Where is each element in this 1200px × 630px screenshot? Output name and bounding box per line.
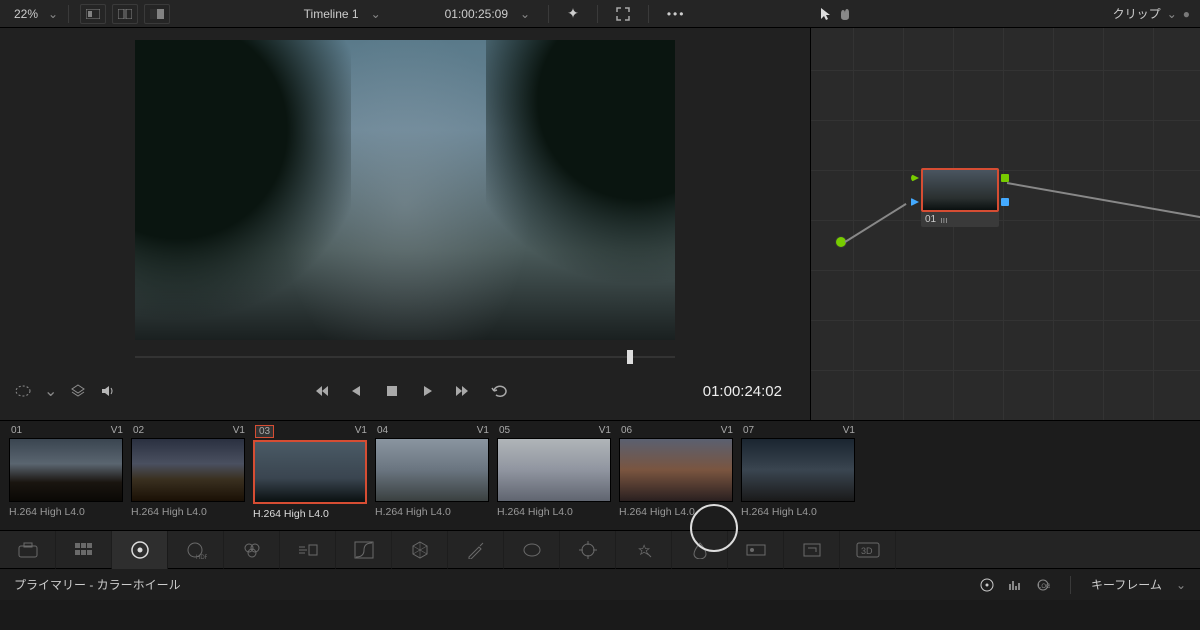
magic-icon[interactable]: ✦	[567, 5, 579, 22]
clip-item[interactable]: 06V1H.264 High L4.0	[619, 421, 735, 530]
svg-text:HDR: HDR	[196, 555, 207, 559]
stop-button[interactable]	[383, 382, 401, 400]
tracking-icon[interactable]	[560, 531, 616, 569]
color-warper-icon[interactable]	[392, 531, 448, 569]
node-thumbnail	[921, 168, 999, 212]
clip-item[interactable]: 04V1H.264 High L4.0	[375, 421, 491, 530]
highlight-mode-icon[interactable]	[144, 4, 170, 24]
color-wheels-icon[interactable]	[112, 531, 168, 569]
key-icon[interactable]	[728, 531, 784, 569]
node-link	[844, 203, 906, 243]
node-input-alpha[interactable]	[911, 198, 919, 206]
chevron-down-icon[interactable]: ⌄	[48, 7, 58, 21]
viewer-image[interactable]	[135, 40, 675, 340]
view-mode-single-icon[interactable]	[80, 4, 106, 24]
view-mode-dual-icon[interactable]	[112, 4, 138, 24]
window-icon[interactable]	[504, 531, 560, 569]
bypass-icon[interactable]	[14, 382, 32, 400]
viewer-scrubber[interactable]	[135, 348, 675, 366]
hand-tool-icon[interactable]	[838, 7, 852, 21]
loop-button[interactable]	[491, 382, 509, 400]
last-frame-button[interactable]	[455, 382, 473, 400]
pointer-tool-icon[interactable]	[820, 7, 832, 21]
clip-item[interactable]: 02V1H.264 High L4.0	[131, 421, 247, 530]
wheels-mode-icon[interactable]	[980, 578, 994, 592]
scrubber-handle[interactable]	[627, 350, 633, 364]
blur-icon[interactable]	[672, 531, 728, 569]
rgb-mixer-icon[interactable]	[224, 531, 280, 569]
bars-icon: ııı	[940, 215, 948, 225]
play-button[interactable]	[419, 382, 437, 400]
zoom-level[interactable]: 22%	[8, 5, 44, 23]
prev-frame-button[interactable]	[347, 382, 365, 400]
log-mode-icon[interactable]: LOG	[1036, 578, 1050, 592]
volume-icon[interactable]	[99, 382, 117, 400]
motion-effects-icon[interactable]	[280, 531, 336, 569]
color-node[interactable]: 01ııı	[921, 168, 999, 227]
svg-text:LOG: LOG	[1038, 584, 1050, 590]
color-match-icon[interactable]	[56, 531, 112, 569]
node-graph[interactable]: 01ııı	[810, 28, 1200, 420]
layers-icon[interactable]	[69, 382, 87, 400]
camera-raw-icon[interactable]	[0, 531, 56, 569]
clip-item[interactable]: 07V1H.264 High L4.0	[741, 421, 857, 530]
chevron-down-icon[interactable]: ⌄	[44, 381, 57, 401]
palette-toolbar: HDR 3D	[0, 530, 1200, 568]
more-icon[interactable]: •••	[667, 7, 686, 21]
expand-icon[interactable]	[616, 7, 630, 21]
node-link	[1007, 182, 1200, 219]
transport-controls: ⌄ 01:00:24:02	[0, 372, 810, 410]
magic-mask-icon[interactable]	[616, 531, 672, 569]
clip-item[interactable]: 05V1H.264 High L4.0	[497, 421, 613, 530]
qualifier-icon[interactable]	[448, 531, 504, 569]
svg-text:3D: 3D	[861, 546, 873, 556]
node-snap-icon[interactable]: ●	[1183, 7, 1190, 21]
bottom-bar: プライマリー - カラーホイール LOG キーフレーム ⌄	[0, 568, 1200, 600]
viewer-panel: ⌄ 01:00:24:02	[0, 28, 810, 420]
node-label: 01ııı	[921, 212, 999, 227]
clip-item-selected[interactable]: 03V1H.264 High L4.0	[253, 421, 369, 530]
palette-title: プライマリー - カラーホイール	[14, 576, 980, 593]
chevron-down-icon[interactable]: ⌄	[1176, 578, 1186, 592]
chevron-down-icon[interactable]: ⌄	[520, 7, 530, 21]
node-input-rgb[interactable]	[911, 174, 919, 182]
chevron-down-icon[interactable]: ⌄	[371, 7, 381, 21]
source-timecode[interactable]: 01:00:25:09	[445, 7, 508, 21]
clip-thumbnails: 01V1H.264 High L4.0 02V1H.264 High L4.0 …	[0, 420, 1200, 530]
clip-panel-label[interactable]: クリップ	[1113, 5, 1161, 22]
3d-icon[interactable]: 3D	[840, 531, 896, 569]
node-output-alpha[interactable]	[1001, 198, 1009, 206]
node-output-rgb[interactable]	[1001, 174, 1009, 182]
clip-item[interactable]: 01V1H.264 High L4.0	[9, 421, 125, 530]
hdr-wheels-icon[interactable]: HDR	[168, 531, 224, 569]
first-frame-button[interactable]	[311, 382, 329, 400]
viewer-timecode[interactable]: 01:00:24:02	[703, 383, 796, 400]
timeline-name[interactable]: Timeline 1	[304, 7, 359, 21]
sizing-icon[interactable]	[784, 531, 840, 569]
curves-icon[interactable]	[336, 531, 392, 569]
chevron-down-icon[interactable]: ⌄	[1167, 7, 1177, 21]
keyframe-panel-label[interactable]: キーフレーム	[1091, 576, 1162, 593]
bars-mode-icon[interactable]	[1008, 578, 1022, 592]
top-bar: 22% ⌄ Timeline 1 ⌄ 01:00:25:09 ⌄ ✦ ••• ク…	[0, 0, 1200, 28]
main-area: ⌄ 01:00:24:02 01ııı	[0, 28, 1200, 420]
